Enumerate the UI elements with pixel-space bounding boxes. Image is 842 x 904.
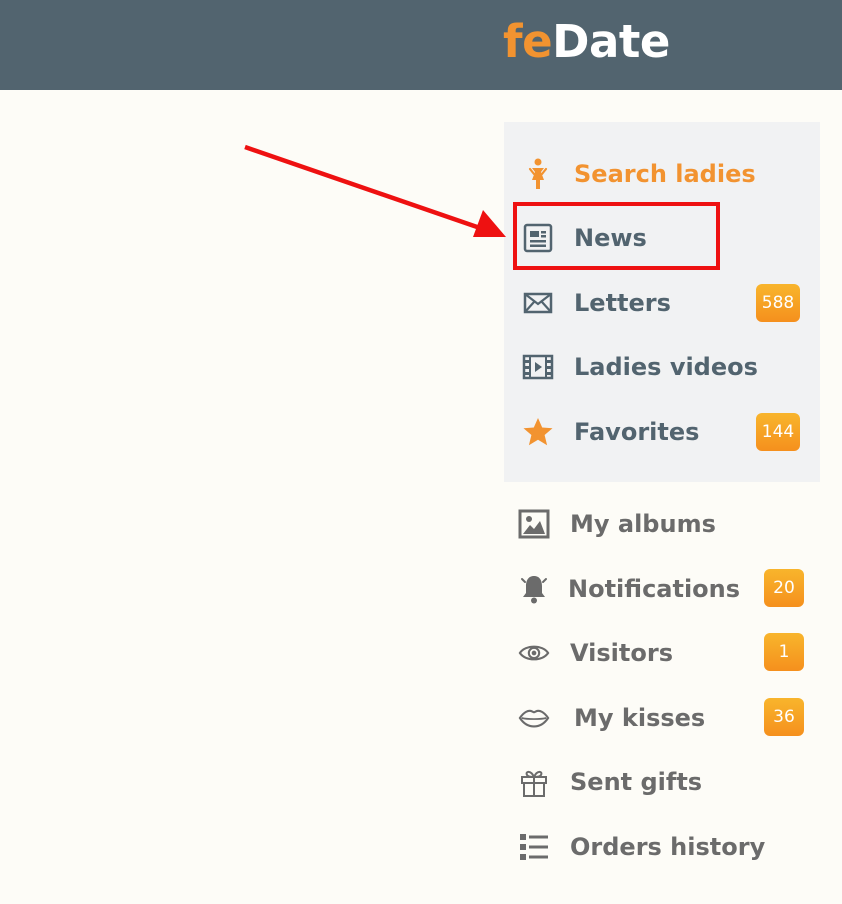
- menu-item-search-ladies[interactable]: Search ladies: [522, 149, 802, 199]
- menu-item-label: Ladies videos: [574, 353, 758, 381]
- favorites-count-badge: 144: [756, 413, 800, 451]
- list-icon: [518, 831, 550, 863]
- menu-item-label: Orders history: [570, 833, 766, 861]
- menu-item-label: My albums: [570, 510, 716, 538]
- menu-item-label: Search ladies: [574, 160, 756, 188]
- menu-item-ladies-videos[interactable]: Ladies videos: [522, 342, 802, 392]
- menu-item-news[interactable]: News: [522, 213, 802, 263]
- menu-item-my-kisses[interactable]: My kisses: [518, 693, 798, 743]
- eye-icon: [518, 637, 550, 669]
- star-icon: [522, 416, 554, 448]
- menu-item-label: Visitors: [570, 639, 673, 667]
- visitors-count-badge: 1: [764, 633, 804, 671]
- menu-item-sent-gifts[interactable]: Sent gifts: [518, 757, 798, 807]
- kisses-count-badge: 36: [764, 698, 804, 736]
- letters-count-badge: 588: [756, 284, 800, 322]
- logo[interactable]: feDate: [503, 12, 670, 72]
- menu-item-label: Sent gifts: [570, 768, 703, 796]
- menu-item-label: Letters: [574, 289, 671, 317]
- envelope-icon: [522, 287, 554, 319]
- bell-icon: [518, 573, 550, 605]
- menu-item-label: Favorites: [574, 418, 700, 446]
- notifications-count-badge: 20: [764, 569, 804, 607]
- menu-item-label: My kisses: [574, 704, 706, 732]
- menu-item-notifications[interactable]: Notifications: [518, 564, 798, 614]
- person-female-icon: [522, 158, 554, 190]
- menu-item-label: News: [574, 224, 647, 252]
- gift-icon: [518, 766, 550, 798]
- newspaper-icon: [522, 222, 554, 254]
- menu-item-label: Notifications: [568, 575, 741, 603]
- film-icon: [522, 351, 554, 383]
- menu-item-my-albums[interactable]: My albums: [518, 499, 798, 549]
- menu-item-visitors[interactable]: Visitors: [518, 628, 798, 678]
- menu-item-orders-history[interactable]: Orders history: [518, 822, 798, 872]
- lips-icon: [518, 702, 550, 734]
- header: feDate: [0, 0, 842, 90]
- image-icon: [518, 508, 550, 540]
